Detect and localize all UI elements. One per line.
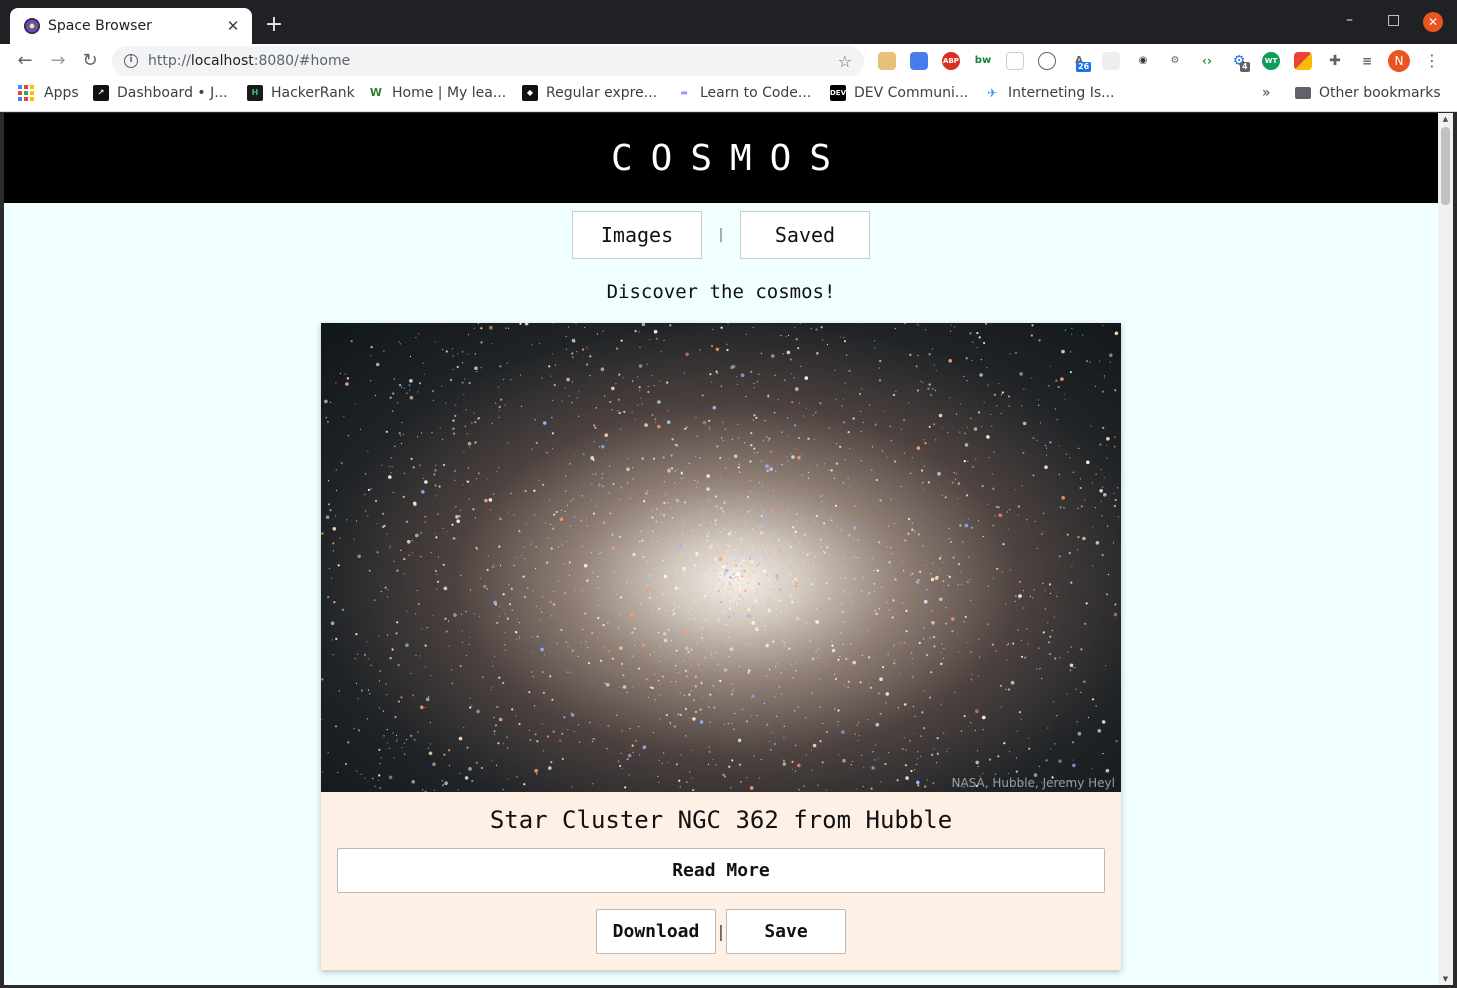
- bookmark-label: Home | My lea...: [392, 85, 507, 101]
- saved-nav-button[interactable]: Saved: [740, 211, 870, 259]
- extension-gear-icon[interactable]: ⚙: [1166, 52, 1184, 70]
- w-icon: W: [368, 85, 384, 101]
- maximize-button[interactable]: □: [1387, 12, 1400, 28]
- extension-code-icon[interactable]: ‹›: [1198, 52, 1216, 70]
- profile-avatar[interactable]: N: [1388, 50, 1410, 72]
- apps-grid-icon: [18, 85, 34, 101]
- extension-badge: 4: [1240, 62, 1250, 72]
- folder-icon: [1295, 87, 1311, 99]
- site-header: COSMOS: [4, 113, 1438, 203]
- extension-owl-face-icon[interactable]: ◉: [1134, 52, 1152, 70]
- extension-badge: 26: [1076, 62, 1092, 72]
- url-path: :8080/#home: [253, 53, 351, 69]
- dev-icon: DEV: [830, 85, 846, 101]
- extension-notes-icon[interactable]: [1006, 52, 1024, 70]
- url-host: localhost: [190, 53, 254, 69]
- extension-settings-icon[interactable]: ⚙ 4: [1230, 52, 1250, 72]
- bookmark-home-learning[interactable]: W Home | My lea...: [368, 85, 506, 101]
- url-text[interactable]: http://localhost:8080/#home: [148, 53, 838, 69]
- bookmark-label: HackerRank: [271, 85, 355, 101]
- bookmark-interneting[interactable]: ✈ Interneting Is...: [984, 85, 1114, 101]
- bookmark-star-icon[interactable]: ☆: [838, 52, 852, 71]
- image-credit: NASA, Hubble, Jeremy Heyl: [951, 776, 1116, 790]
- bookmark-apps[interactable]: Apps: [18, 85, 79, 101]
- scroll-up-icon[interactable]: ▲: [1438, 115, 1453, 123]
- new-tab-button[interactable]: +: [262, 12, 286, 38]
- star-cluster-image: NASA, Hubble, Jeremy Heyl: [321, 323, 1121, 792]
- bookmark-label: Dashboard • J...: [117, 85, 228, 101]
- extension-owl-icon[interactable]: [878, 52, 896, 70]
- close-window-button[interactable]: ✕: [1423, 12, 1443, 32]
- site-info-icon[interactable]: i: [124, 54, 138, 68]
- bookmark-regex[interactable]: ◆ Regular expre...: [522, 85, 657, 101]
- action-separator: |: [718, 922, 724, 941]
- scroll-thumb[interactable]: [1441, 127, 1450, 205]
- save-button[interactable]: Save: [726, 909, 846, 954]
- back-arrow-icon[interactable]: ←: [14, 50, 36, 72]
- scroll-down-icon[interactable]: ▼: [1438, 975, 1453, 983]
- bookmark-other[interactable]: Other bookmarks: [1295, 85, 1441, 101]
- bookmark-label: Regular expre...: [546, 85, 658, 101]
- bookmark-label: DEV Communi...: [854, 85, 969, 101]
- page-viewport: COSMOS Images | Saved Discover the cosmo…: [4, 113, 1438, 985]
- extension-puzzle-blue-icon[interactable]: [910, 52, 928, 70]
- browser-tab[interactable]: Space Browser ✕: [10, 8, 252, 44]
- image-card: NASA, Hubble, Jeremy Heyl Star Cluster N…: [321, 323, 1121, 970]
- adblock-icon[interactable]: ABP: [942, 52, 960, 70]
- hackerrank-icon: H: [247, 85, 263, 101]
- dashboard-icon: ↗: [93, 85, 109, 101]
- extension-a-icon[interactable]: A 26: [1070, 52, 1092, 72]
- reload-icon[interactable]: ↻: [79, 50, 101, 72]
- extension-circle-icon[interactable]: [1038, 52, 1056, 70]
- site-brand: COSMOS: [610, 137, 850, 179]
- extension-color-icon[interactable]: [1294, 52, 1312, 70]
- bookmarks-bar: Apps ↗ Dashboard • J... H HackerRank W H…: [0, 78, 1457, 112]
- star-field: [321, 323, 1119, 792]
- regex-icon: ◆: [522, 85, 538, 101]
- bookmark-label: Learn to Code...: [700, 85, 812, 101]
- extension-bw-icon[interactable]: bw: [974, 52, 992, 70]
- bookmark-learn-to-code[interactable]: ▬ Learn to Code...: [676, 85, 811, 101]
- minimize-button[interactable]: –: [1346, 12, 1353, 28]
- extensions-puzzle-icon[interactable]: ✚: [1326, 52, 1344, 70]
- bookmarks-overflow-button[interactable]: »: [1262, 85, 1271, 101]
- media-queue-icon[interactable]: ≡: [1358, 52, 1376, 70]
- interneting-icon: ✈: [984, 85, 1000, 101]
- card-actions: Download | Save: [321, 909, 1121, 954]
- extension-grid-icon[interactable]: [1102, 52, 1120, 70]
- bookmark-dev-community[interactable]: DEV DEV Communi...: [830, 85, 968, 101]
- galaxy-favicon-icon: [24, 18, 40, 34]
- images-nav-button[interactable]: Images: [572, 211, 702, 259]
- bookmark-label: Other bookmarks: [1319, 85, 1441, 101]
- tab-close-icon[interactable]: ✕: [224, 17, 242, 35]
- browser-menu-icon[interactable]: ⋮: [1424, 50, 1440, 72]
- site-nav: Images | Saved: [4, 211, 1438, 259]
- card-title: Star Cluster NGC 362 from Hubble: [489, 806, 953, 834]
- bookmark-label: Apps: [44, 85, 79, 101]
- read-more-button[interactable]: Read More: [337, 848, 1105, 893]
- extension-wt-icon[interactable]: WT: [1262, 52, 1280, 70]
- address-bar[interactable]: i http://localhost:8080/#home ☆: [112, 46, 864, 76]
- tab-title: Space Browser: [48, 18, 152, 34]
- browser-toolbar: ← → ↻ i http://localhost:8080/#home ☆ AB…: [0, 44, 1457, 78]
- page-scrollbar[interactable]: ▲ ▼: [1438, 113, 1453, 985]
- url-prefix: http://: [148, 53, 191, 69]
- nav-separator: |: [716, 227, 726, 243]
- code-icon: ▬: [676, 85, 692, 101]
- download-button[interactable]: Download: [596, 909, 716, 954]
- tab-strip: Space Browser ✕ + – □ ✕: [0, 0, 1457, 44]
- bookmark-label: Interneting Is...: [1008, 85, 1115, 101]
- bookmark-dashboard[interactable]: ↗ Dashboard • J...: [93, 85, 228, 101]
- bookmark-hackerrank[interactable]: H HackerRank: [247, 85, 355, 101]
- tagline: Discover the cosmos!: [606, 281, 836, 303]
- forward-arrow-icon[interactable]: →: [47, 50, 69, 72]
